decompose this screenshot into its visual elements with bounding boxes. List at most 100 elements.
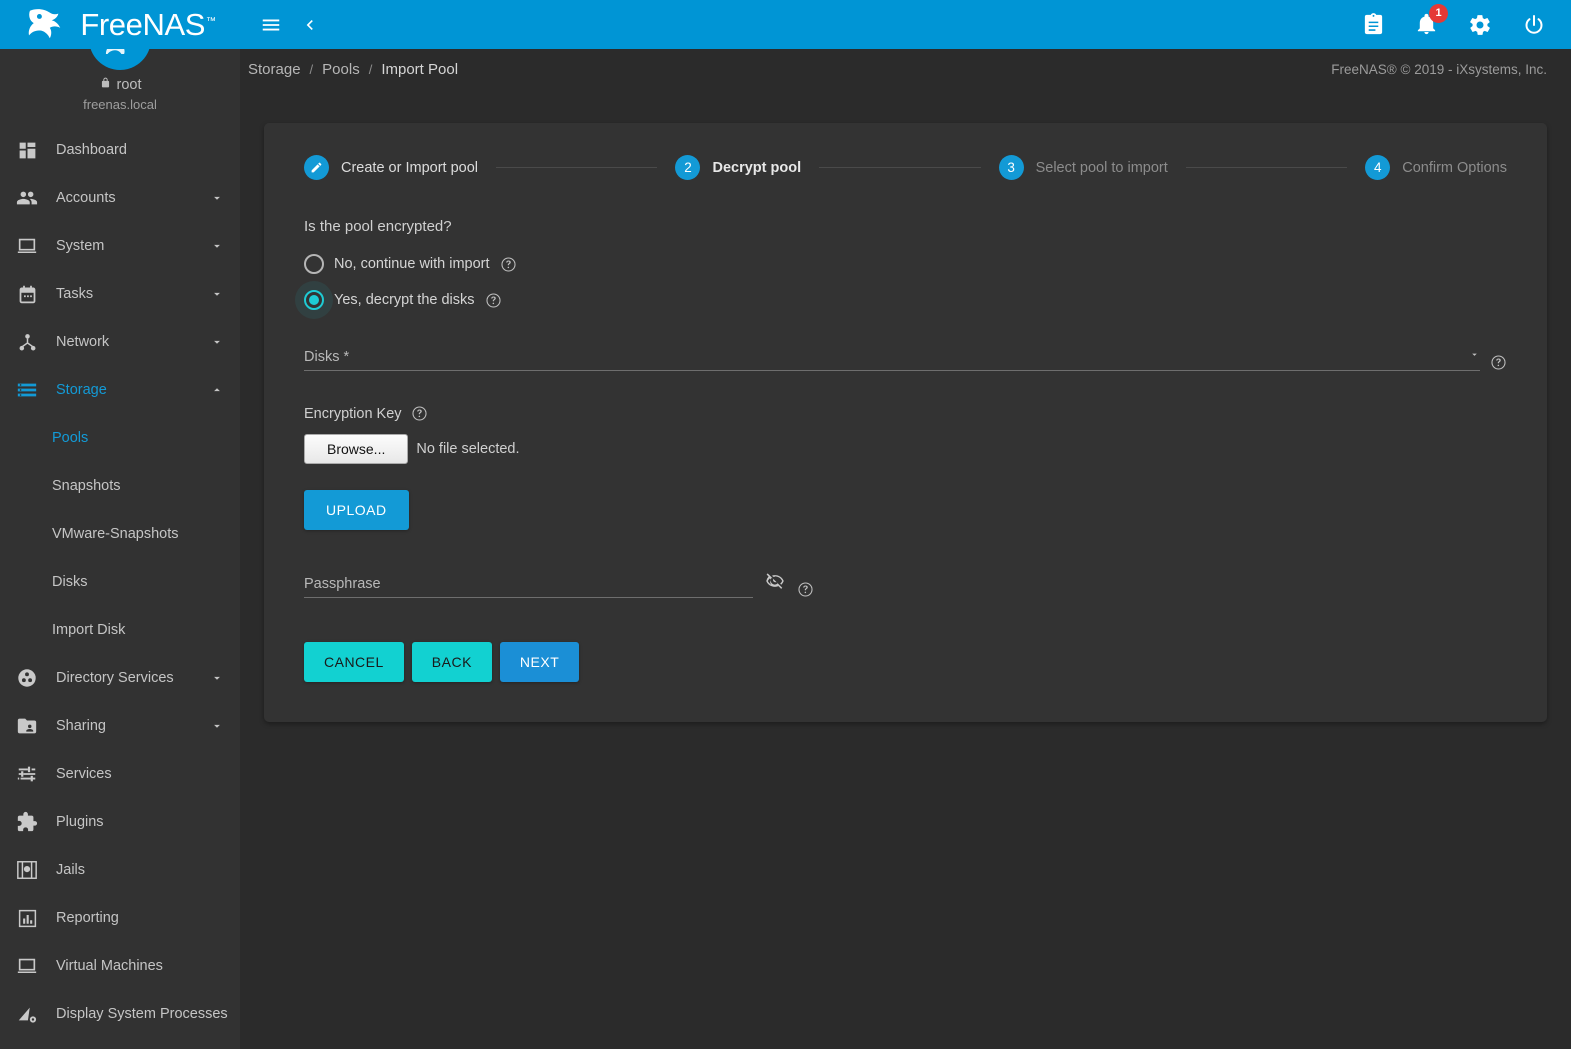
radio-option-no[interactable]: No, continue with import [304,251,1507,277]
sidebar-item-services[interactable]: Services [0,750,240,798]
selected-file-label: No file selected. [416,441,520,457]
chevron-down-icon[interactable] [210,191,224,205]
breadcrumb: Storage / Pools / Import Pool [248,61,458,78]
sidebar-item-snapshots[interactable]: Snapshots [0,462,240,510]
upload-button[interactable]: UPLOAD [304,490,409,530]
wizard-step-number: 3 [998,155,1024,180]
dashboard-icon [14,137,40,163]
chevron-up-icon[interactable] [210,383,224,397]
wizard-step-4[interactable]: 4 Confirm Options [1365,155,1507,180]
share-nodes-icon [14,329,40,355]
sidebar-item-vmware-snapshots[interactable]: VMware-Snapshots [0,510,240,558]
chevron-down-icon[interactable] [210,671,224,685]
sidebar-item-jails[interactable]: Jails [0,846,240,894]
passphrase-input-wrap[interactable] [304,568,753,598]
sidebar-item-import-disk[interactable]: Import Disk [0,606,240,654]
help-circle-icon[interactable] [500,256,517,273]
sidebar-item-sharing[interactable]: Sharing [0,702,240,750]
gear-icon[interactable] [1468,13,1492,37]
clipboard-icon[interactable] [1362,13,1385,36]
sidebar-item-system[interactable]: System [0,222,240,270]
next-button[interactable]: NEXT [499,642,580,682]
passphrase-field [304,568,814,598]
radio-no-continue[interactable] [304,254,324,274]
sidebar-item-pools[interactable]: Pools [0,414,240,462]
notifications-button[interactable]: 1 [1415,4,1448,36]
sidebar-item-storage[interactable]: Storage [0,366,240,414]
chevron-down-icon[interactable] [210,335,224,349]
sidebar-item-label: System [56,238,105,254]
wizard-step-1[interactable]: Create or Import pool [304,155,478,180]
processes-icon [14,1001,40,1027]
sidebar-item-directory-services[interactable]: Directory Services [0,654,240,702]
sidebar-item-display-system-processes[interactable]: Display System Processes [0,990,240,1038]
help-circle-icon[interactable] [1490,354,1507,371]
help-circle-icon[interactable] [485,292,502,309]
breadcrumb-bar: Storage / Pools / Import Pool FreeNAS® ©… [240,49,1571,89]
sidebar-item-tasks[interactable]: Tasks [0,270,240,318]
chevron-down-icon[interactable] [210,287,224,301]
eye-off-icon[interactable] [765,571,785,598]
help-circle-icon[interactable] [411,405,428,422]
directory-icon [14,665,40,691]
decrypt-pool-form: Is the pool encrypted? No, continue with… [304,180,1507,682]
main-content: Storage / Pools / Import Pool FreeNAS® ©… [240,49,1571,1049]
sidebar-item-label: Directory Services [56,670,174,686]
sliders-icon [14,761,40,787]
chevron-down-icon[interactable] [210,719,224,733]
sidebar-item-network[interactable]: Network [0,318,240,366]
freenas-logo-icon [29,8,61,38]
sidebar-item-virtual-machines[interactable]: Virtual Machines [0,942,240,990]
chevron-left-icon[interactable] [300,15,320,35]
import-pool-card: Create or Import pool 2 Decrypt pool 3 S… [264,123,1547,722]
wizard-step-number: 2 [675,155,701,180]
top-bar: FreeNAS™ 1 [0,0,1571,49]
sidebar-item-dashboard[interactable]: Dashboard [0,126,240,174]
radio-option-yes[interactable]: Yes, decrypt the disks [304,287,1507,313]
help-circle-icon[interactable] [797,581,814,598]
sidebar-item-accounts[interactable]: Accounts [0,174,240,222]
user-name-label: root [116,76,142,93]
sidebar-item-label: Virtual Machines [56,958,163,974]
puzzle-icon [14,809,40,835]
sidebar-subitem-label: Snapshots [52,478,121,494]
chevron-down-icon[interactable] [210,239,224,253]
sidebar-item-label: Services [56,766,112,782]
wizard-actions: CANCEL BACK NEXT [304,642,1507,682]
encryption-question-label: Is the pool encrypted? [304,218,452,235]
sidebar-item-disks[interactable]: Disks [0,558,240,606]
notification-count-badge: 1 [1429,4,1448,23]
hamburger-menu-icon[interactable] [260,14,282,36]
sidebar: root freenas.local Dashboard Accounts Sy… [0,0,240,1049]
wizard-step-3[interactable]: 3 Select pool to import [998,155,1168,180]
lock-icon [99,76,112,93]
back-button[interactable]: BACK [411,642,492,682]
passphrase-input[interactable] [304,576,753,597]
browse-button[interactable]: Browse... [304,434,409,464]
user-name-row: root [0,76,240,93]
wizard-step-label: Select pool to import [1035,159,1168,176]
brand-trademark: ™ [206,15,216,27]
brand[interactable]: FreeNAS™ [0,0,240,49]
encryption-key-label: Encryption Key [304,405,402,422]
wizard-step-2[interactable]: 2 Decrypt pool [675,155,801,180]
radio-option-label: Yes, decrypt the disks [334,292,475,308]
sidebar-subitem-label: Pools [52,430,89,446]
sidebar-item-label: Reporting [56,910,119,926]
wizard-stepper: Create or Import pool 2 Decrypt pool 3 S… [304,149,1507,180]
sidebar-item-reporting[interactable]: Reporting [0,894,240,942]
user-host-label: freenas.local [83,97,157,112]
breadcrumb-item-pools[interactable]: Pools [322,61,360,78]
wizard-step-connector [819,167,981,168]
folder-shared-icon [14,713,40,739]
disks-select[interactable]: Disks * [304,341,1480,371]
cancel-button[interactable]: CANCEL [304,642,404,682]
radio-yes-decrypt[interactable] [304,290,324,310]
sidebar-item-plugins[interactable]: Plugins [0,798,240,846]
sidebar-item-label: Accounts [56,190,116,206]
breadcrumb-item-storage[interactable]: Storage [248,61,301,78]
power-icon[interactable] [1522,13,1546,37]
sidebar-nav: Dashboard Accounts System Tasks Network … [0,120,240,1038]
sidebar-item-label: Tasks [56,286,94,302]
chevron-down-icon[interactable] [1469,349,1480,370]
